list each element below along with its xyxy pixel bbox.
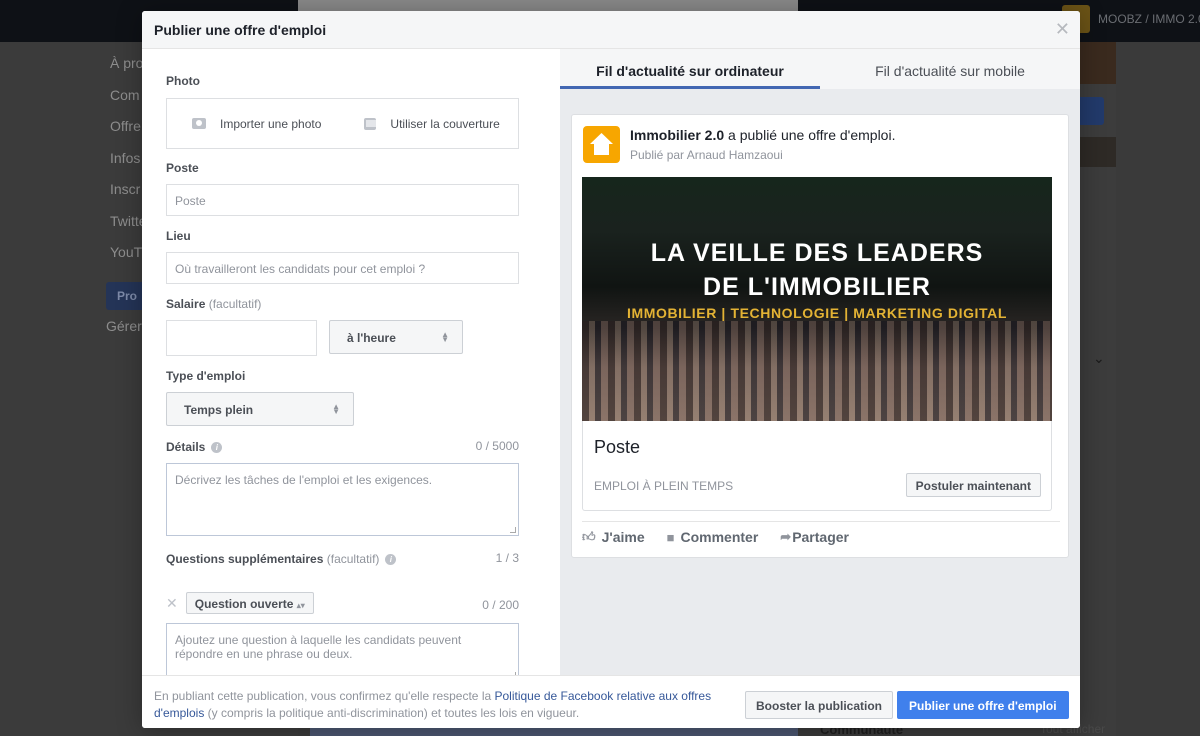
background-nav-item: Offre xyxy=(110,118,141,134)
details-label-text: Détails xyxy=(166,440,206,454)
legal-suffix: (y compris la politique anti-discriminat… xyxy=(204,706,580,720)
background-nav-item: YouT xyxy=(110,244,143,260)
background-nav-item: À pro xyxy=(110,55,144,71)
house-icon xyxy=(590,133,613,155)
poste-input[interactable]: Poste xyxy=(166,184,519,216)
job-form: Photo Importer une photo Utiliser la cou… xyxy=(142,49,560,675)
job-offer-dialog: Publier une offre d'emploi ✕ Photo Impor… xyxy=(142,11,1080,728)
use-cover-label: Utiliser la couverture xyxy=(390,116,500,131)
questions-label-text: Questions supplémentaires xyxy=(166,552,324,566)
cover-headline-1: LA VEILLE DES LEADERS xyxy=(650,239,984,267)
close-icon[interactable]: ✕ xyxy=(1055,20,1070,38)
questions-optional: (facultatif) xyxy=(326,552,380,566)
job-title: Poste xyxy=(594,437,641,457)
photo-picker: Importer une photo Utiliser la couvertur… xyxy=(166,98,519,149)
details-counter: 0 / 5000 xyxy=(475,439,519,453)
question-type-value: Question ouverte xyxy=(194,597,294,611)
post-preview: Fil d'actualité sur ordinateur Fil d'act… xyxy=(560,49,1080,675)
chevron-down-icon: ⌄ xyxy=(1093,350,1105,366)
poste-label: Poste xyxy=(166,161,199,175)
like-button[interactable]: 👍︎ J'aime xyxy=(582,529,645,545)
background-page-title: MOOBZ / IMMO 2.0 xyxy=(1098,12,1200,26)
lieu-label: Lieu xyxy=(166,229,191,243)
background-nav-item: Com xyxy=(110,87,140,103)
question-textarea[interactable]: Ajoutez une question à laquelle les cand… xyxy=(166,623,519,675)
post-header: Immobilier 2.0 a publié une offre d'empl… xyxy=(630,127,895,143)
image-icon xyxy=(364,117,377,130)
questions-label: Questions supplémentaires (facultatif) i xyxy=(166,552,397,566)
share-button[interactable]: ➦ Partager xyxy=(780,529,849,545)
job-type: EMPLOI À PLEIN TEMPS xyxy=(594,479,734,493)
share-icon: ➦ xyxy=(780,529,792,544)
published-by: Publié par Arnaud Hamzaoui xyxy=(630,148,783,162)
dialog-body: Photo Importer une photo Utiliser la cou… xyxy=(142,49,1080,675)
salary-input[interactable] xyxy=(166,320,317,356)
background-share-button xyxy=(310,728,798,736)
job-summary: Poste EMPLOI À PLEIN TEMPS Postuler main… xyxy=(582,421,1052,511)
question-type-select[interactable]: Question ouverte ▴▾ xyxy=(185,592,314,614)
like-label: J'aime xyxy=(601,529,645,545)
page-logo xyxy=(583,126,620,163)
job-type-select[interactable]: Temps plein ▲ ▼ xyxy=(166,392,354,426)
legal-prefix: En publiant cette publication, vous conf… xyxy=(154,689,495,703)
apply-now-button[interactable]: Postuler maintenant xyxy=(905,473,1041,497)
tab-desktop-feed[interactable]: Fil d'actualité sur ordinateur xyxy=(560,49,820,89)
cover-tagline: IMMOBILIER | TECHNOLOGIE | MARKETING DIG… xyxy=(626,305,1008,321)
remove-question-icon[interactable]: ✕ xyxy=(166,595,178,612)
background-thumbnail xyxy=(1080,42,1116,84)
lieu-input[interactable]: Où travailleront les candidats pour cet … xyxy=(166,252,519,284)
background-nav-item: Infos xyxy=(110,150,141,166)
dialog-footer: En publiant cette publication, vous conf… xyxy=(142,675,1080,728)
salary-optional: (facultatif) xyxy=(208,297,262,311)
resize-handle-icon[interactable] xyxy=(510,527,516,533)
cover-headline-2: DE L'IMMOBILIER xyxy=(703,273,931,301)
post-actions: 👍︎ J'aime ■ Commenter ➦ Partager xyxy=(582,521,1060,545)
details-label: Détails i xyxy=(166,440,223,454)
boost-post-button[interactable]: Booster la publication xyxy=(745,691,894,719)
salary-period-select[interactable]: à l'heure ▲ ▼ xyxy=(329,320,463,354)
cover-image: LA VEILLE DES LEADERS DE L'IMMOBILIER IM… xyxy=(582,177,1052,421)
preview-tabs: Fil d'actualité sur ordinateur Fil d'act… xyxy=(560,49,1080,89)
import-photo-label: Importer une photo xyxy=(220,116,322,131)
page-name[interactable]: Immobilier 2.0 xyxy=(630,127,724,143)
info-icon[interactable]: i xyxy=(385,554,397,565)
salary-period-value: à l'heure xyxy=(347,331,396,345)
use-cover-button[interactable]: Utiliser la couverture xyxy=(364,116,500,131)
question-row: ✕ Question ouverte ▴▾ xyxy=(166,592,314,614)
import-photo-button[interactable]: Importer une photo xyxy=(192,117,321,131)
background-nav-item: Inscr xyxy=(110,181,141,197)
background-blue-button xyxy=(1080,97,1104,125)
questions-counter: 1 / 3 xyxy=(495,551,519,565)
select-arrows-icon: ▲ ▼ xyxy=(332,402,340,416)
info-icon[interactable]: i xyxy=(211,442,223,453)
select-arrows-icon: ▲ ▼ xyxy=(441,330,449,344)
job-type-value: Temps plein xyxy=(184,403,254,417)
dialog-title: Publier une offre d'emploi xyxy=(154,22,327,38)
post-card: Immobilier 2.0 a publié une offre d'empl… xyxy=(571,114,1069,558)
background-thumbnail xyxy=(1080,137,1116,167)
details-textarea[interactable]: Décrivez les tâches de l'emploi et les e… xyxy=(166,463,519,536)
dialog-header: Publier une offre d'emploi ✕ xyxy=(142,11,1080,49)
job-type-label: Type d'emploi xyxy=(166,369,246,383)
photo-label: Photo xyxy=(166,74,200,88)
camera-icon xyxy=(192,118,206,129)
post-action-text: a publié une offre d'emploi. xyxy=(724,127,896,143)
salary-label: Salaire (facultatif) xyxy=(166,297,261,311)
question-placeholder: Ajoutez une question à laquelle les cand… xyxy=(175,633,462,661)
comment-label: Commenter xyxy=(680,529,759,545)
legal-notice: En publiant cette publication, vous conf… xyxy=(154,688,734,722)
share-label: Partager xyxy=(792,529,849,545)
comment-button[interactable]: ■ Commenter xyxy=(667,529,759,545)
thumbs-up-icon: 👍︎ xyxy=(582,529,596,544)
background-manage-link: Gérer xyxy=(106,318,142,334)
select-arrows-icon: ▴▾ xyxy=(296,601,305,610)
details-placeholder: Décrivez les tâches de l'emploi et les e… xyxy=(175,473,433,487)
salary-label-text: Salaire xyxy=(166,297,206,311)
comment-icon: ■ xyxy=(666,529,675,545)
tab-mobile-feed[interactable]: Fil d'actualité sur mobile xyxy=(820,49,1080,89)
publish-job-button[interactable]: Publier une offre d'emploi xyxy=(897,691,1069,719)
crowd-photo xyxy=(582,321,1052,421)
question-char-counter: 0 / 200 xyxy=(482,598,519,612)
